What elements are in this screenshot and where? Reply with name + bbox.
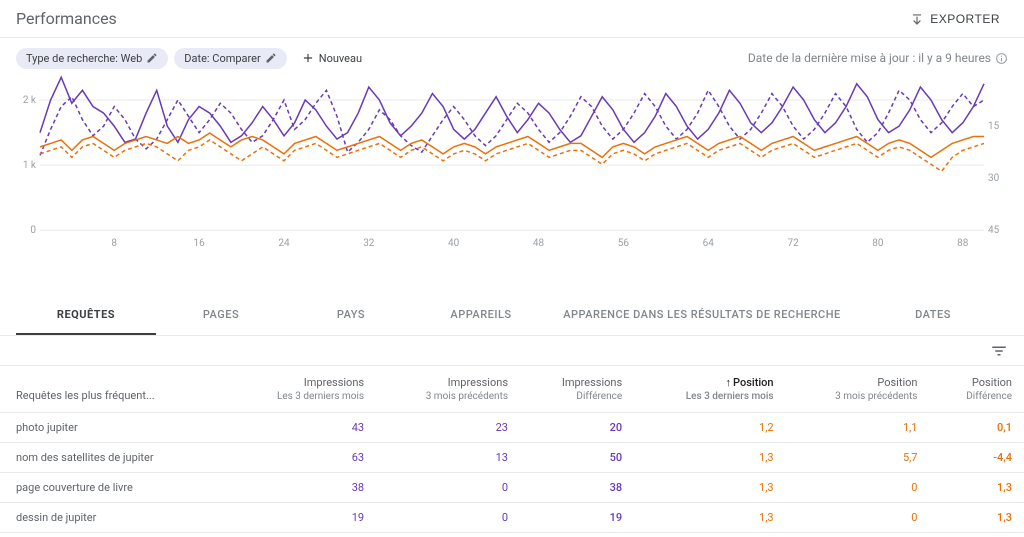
pencil-icon: [146, 52, 158, 64]
cell-imp-cur: 43: [226, 413, 376, 443]
cell-imp-diff: 50: [520, 443, 634, 473]
cell-pos-cur: 1,3: [634, 503, 785, 533]
svg-text:64: 64: [703, 238, 715, 249]
col-imp-prev[interactable]: Impressions3 mois précédents: [376, 366, 520, 413]
svg-text:0: 0: [30, 225, 36, 236]
cell-pos-cur: 1,2: [634, 413, 785, 443]
header-bar: Performances EXPORTER: [0, 0, 1024, 38]
tab-apparence[interactable]: APPARENCE DANS LES RÉSULTATS DE RECHERCH…: [546, 296, 858, 335]
cell-imp-diff: 38: [520, 473, 634, 503]
svg-text:32: 32: [363, 238, 375, 249]
svg-text:16: 16: [193, 238, 205, 249]
cell-imp-prev: 0: [376, 503, 520, 533]
table-header-row: Requêtes les plus fréquent... Impression…: [0, 366, 1024, 413]
tab-requetes[interactable]: REQUÊTES: [16, 296, 156, 335]
chip-new-label: Nouveau: [319, 52, 362, 65]
svg-text:1 k: 1 k: [23, 160, 37, 171]
svg-text:80: 80: [872, 238, 884, 249]
chip-label: Type de recherche: Web: [26, 52, 142, 65]
cell-pos-diff: 1,3: [929, 503, 1024, 533]
filter-row: [0, 336, 1024, 366]
table-row[interactable]: page couverture de livre380381,301,3: [0, 473, 1024, 503]
cell-query: photo jupiter: [0, 413, 226, 443]
svg-text:2 k: 2 k: [23, 95, 37, 106]
cell-query: dessin de jupiter: [0, 503, 226, 533]
cell-imp-cur: 19: [226, 503, 376, 533]
tab-pages[interactable]: PAGES: [156, 296, 286, 335]
col-pos-cur[interactable]: ↑PositionLes 3 derniers mois: [634, 366, 785, 413]
download-icon: [910, 12, 924, 26]
cell-pos-cur: 1,3: [634, 443, 785, 473]
svg-text:8: 8: [111, 238, 117, 249]
export-label: EXPORTER: [930, 12, 1000, 26]
cell-pos-prev: 0: [786, 473, 930, 503]
tabs: REQUÊTES PAGES PAYS APPAREILS APPARENCE …: [0, 296, 1024, 336]
plus-icon: [301, 51, 315, 65]
svg-text:72: 72: [787, 238, 799, 249]
cell-pos-diff: 1,3: [929, 473, 1024, 503]
page-title: Performances: [16, 9, 117, 28]
cell-imp-cur: 63: [226, 443, 376, 473]
chip-label: Date: Comparer: [184, 52, 260, 65]
cell-pos-diff: -4,4: [929, 443, 1024, 473]
svg-text:30: 30: [988, 173, 1000, 184]
cell-pos-diff: 0,1: [929, 413, 1024, 443]
cell-imp-prev: 13: [376, 443, 520, 473]
info-icon[interactable]: [995, 52, 1008, 65]
export-button[interactable]: EXPORTER: [902, 6, 1008, 32]
cell-pos-cur: 1,3: [634, 473, 785, 503]
svg-text:88: 88: [957, 238, 969, 249]
cell-imp-diff: 19: [520, 503, 634, 533]
cell-imp-prev: 23: [376, 413, 520, 443]
cell-query: page couverture de livre: [0, 473, 226, 503]
svg-text:45: 45: [988, 225, 1000, 236]
toolbar: Type de recherche: Web Date: Comparer No…: [0, 38, 1024, 72]
tab-dates[interactable]: DATES: [858, 296, 1008, 335]
col-imp-cur[interactable]: ImpressionsLes 3 derniers mois: [226, 366, 376, 413]
cell-query: nom des satellites de jupiter: [0, 443, 226, 473]
chip-search-type[interactable]: Type de recherche: Web: [16, 48, 168, 69]
cell-pos-prev: 0: [786, 503, 930, 533]
col-imp-diff[interactable]: ImpressionsDifférence: [520, 366, 634, 413]
col-pos-prev[interactable]: Position3 mois précédents: [786, 366, 930, 413]
table-row[interactable]: photo jupiter4323201,21,10,1: [0, 413, 1024, 443]
svg-text:15: 15: [988, 121, 1000, 132]
cell-imp-prev: 0: [376, 473, 520, 503]
chart[interactable]: 0 1 k 2 k 15 30 45 8 16 24 32 40 48 56 64 72 80 88: [0, 72, 1024, 252]
data-table: Requêtes les plus fréquent... Impression…: [0, 366, 1024, 533]
update-info: Date de la dernière mise à jour : il y a…: [748, 51, 991, 65]
col-query[interactable]: Requêtes les plus fréquent...: [0, 366, 226, 413]
pencil-icon: [265, 52, 277, 64]
cell-pos-prev: 5,7: [786, 443, 930, 473]
col-pos-diff[interactable]: PositionDifférence: [929, 366, 1024, 413]
chip-new[interactable]: Nouveau: [293, 47, 370, 69]
tab-pays[interactable]: PAYS: [286, 296, 416, 335]
svg-text:40: 40: [448, 238, 460, 249]
svg-text:24: 24: [278, 238, 290, 249]
chip-date[interactable]: Date: Comparer: [174, 48, 286, 69]
arrow-up-icon: ↑: [726, 376, 732, 389]
cell-pos-prev: 1,1: [786, 413, 930, 443]
svg-text:48: 48: [533, 238, 545, 249]
cell-imp-cur: 38: [226, 473, 376, 503]
cell-imp-diff: 20: [520, 413, 634, 443]
svg-text:56: 56: [618, 238, 630, 249]
filter-icon[interactable]: [990, 342, 1008, 360]
table-row[interactable]: dessin de jupiter190191,301,3: [0, 503, 1024, 533]
tab-appareils[interactable]: APPAREILS: [416, 296, 546, 335]
chart-svg: 0 1 k 2 k 15 30 45 8 16 24 32 40 48 56 64 72 80 88: [16, 74, 1008, 252]
table-row[interactable]: nom des satellites de jupiter6313501,35,…: [0, 443, 1024, 473]
